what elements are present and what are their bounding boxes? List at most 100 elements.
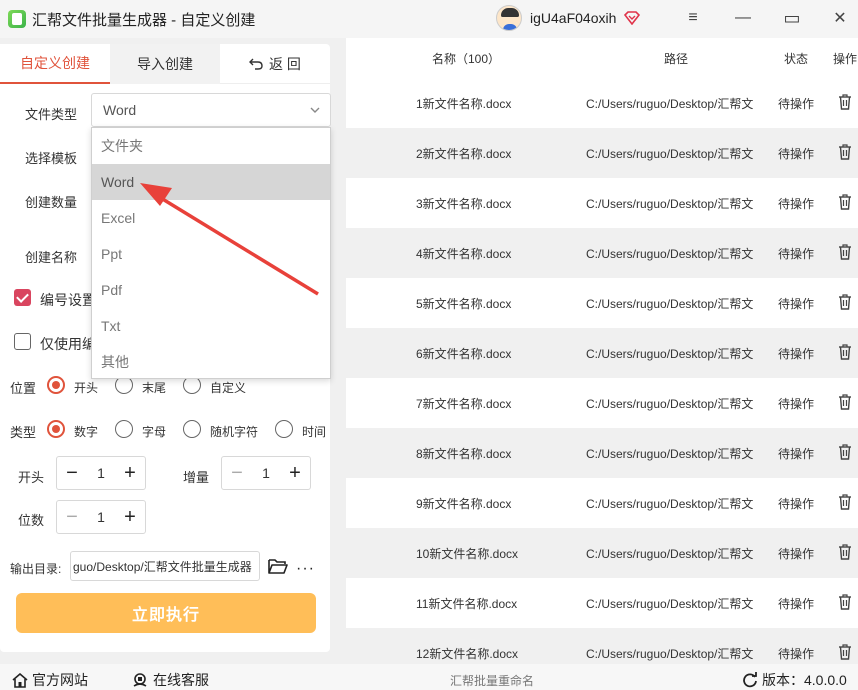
table-row[interactable]: 11新文件名称.docx C:/Users/ruguo/Desktop/汇帮文 待操…: [346, 578, 858, 628]
trash-icon[interactable]: [838, 394, 852, 410]
trash-icon[interactable]: [838, 544, 852, 560]
trash-icon[interactable]: [838, 94, 852, 110]
trash-icon[interactable]: [838, 344, 852, 360]
file-name-cell: 1新文件名称.docx: [416, 97, 512, 111]
start-stepper[interactable]: − 1 +: [56, 456, 146, 490]
position-radio-start[interactable]: [47, 376, 65, 394]
file-name-cell: 10新文件名称.docx: [416, 547, 519, 561]
table-row[interactable]: 6新文件名称.docx C:/Users/ruguo/Desktop/汇帮文 待操作: [346, 328, 858, 378]
type-radio-number[interactable]: [47, 420, 65, 438]
output-dir-input[interactable]: guo/Desktop/汇帮文件批量生成器: [70, 551, 260, 581]
increment-value[interactable]: 1: [252, 465, 280, 481]
digits-stepper[interactable]: − 1 +: [56, 500, 146, 534]
back-button[interactable]: 返 回: [220, 44, 330, 84]
status-cell: 待操作: [778, 247, 815, 261]
minimize-icon[interactable]: —: [733, 8, 753, 28]
name-label: 创建名称: [25, 250, 78, 265]
status-cell: 待操作: [778, 647, 815, 661]
only-numbering-checkbox[interactable]: [14, 333, 31, 350]
type-radio-random[interactable]: [183, 420, 201, 438]
avatar[interactable]: [496, 5, 522, 31]
version-info[interactable]: 版本：4.0.0.0: [742, 670, 847, 690]
file-name-cell: 6新文件名称.docx: [416, 347, 512, 361]
decrement-button[interactable]: −: [222, 458, 252, 488]
status-cell: 待操作: [778, 347, 815, 361]
table-row[interactable]: 1新文件名称.docx C:/Users/ruguo/Desktop/汇帮文 待操作: [346, 78, 858, 128]
header-path: 路径: [664, 52, 689, 66]
table-row[interactable]: 3新文件名称.docx C:/Users/ruguo/Desktop/汇帮文 待操作: [346, 178, 858, 228]
type-radio-time[interactable]: [275, 420, 293, 438]
file-name-cell: 11新文件名称.docx: [416, 597, 518, 611]
output-dir-label: 输出目录:: [10, 562, 62, 576]
status-cell: 待操作: [778, 297, 815, 311]
file-path-cell: C:/Users/ruguo/Desktop/汇帮文: [586, 597, 754, 611]
menu-icon[interactable]: ≡: [683, 8, 703, 28]
table-row[interactable]: 4新文件名称.docx C:/Users/ruguo/Desktop/汇帮文 待操作: [346, 228, 858, 278]
decrement-button[interactable]: −: [57, 458, 87, 488]
tab-import-create[interactable]: 导入创建: [110, 44, 220, 84]
increment-button[interactable]: +: [115, 458, 145, 488]
file-path-cell: C:/Users/ruguo/Desktop/汇帮文: [586, 247, 754, 261]
numbering-label: 编号设置: [40, 292, 96, 308]
table-row[interactable]: 10新文件名称.docx C:/Users/ruguo/Desktop/汇帮文 待操…: [346, 528, 858, 578]
numbering-checkbox[interactable]: [14, 289, 31, 306]
trash-icon[interactable]: [838, 144, 852, 160]
support-link[interactable]: 在线客服: [132, 670, 209, 690]
file-path-cell: C:/Users/ruguo/Desktop/汇帮文: [586, 497, 754, 511]
version-label: 版本：4.0.0.0: [762, 672, 847, 688]
type-time-label: 时间: [302, 425, 327, 439]
more-options-icon[interactable]: ···: [296, 560, 315, 578]
type-radio-letter[interactable]: [115, 420, 133, 438]
status-cell: 待操作: [778, 547, 815, 561]
file-name-cell: 8新文件名称.docx: [416, 447, 512, 461]
close-icon[interactable]: ✕: [830, 8, 850, 28]
header-name: 名称（100）: [432, 52, 501, 66]
vip-diamond-icon[interactable]: [624, 11, 641, 25]
support-label: 在线客服: [153, 672, 209, 688]
username[interactable]: igU4aF04oxih: [530, 10, 616, 26]
increment-button[interactable]: +: [280, 458, 310, 488]
trash-icon[interactable]: [838, 494, 852, 510]
dropdown-option[interactable]: Ppt: [92, 236, 330, 272]
trash-icon[interactable]: [838, 594, 852, 610]
table-row[interactable]: 2新文件名称.docx C:/Users/ruguo/Desktop/汇帮文 待操作: [346, 128, 858, 178]
mode-tabs: 自定义创建 导入创建 返 回: [0, 44, 330, 84]
trash-icon[interactable]: [838, 644, 852, 660]
trash-icon[interactable]: [838, 444, 852, 460]
start-value[interactable]: 1: [87, 465, 115, 481]
file-path-cell: C:/Users/ruguo/Desktop/汇帮文: [586, 197, 754, 211]
position-end-label: 末尾: [142, 381, 167, 395]
trash-icon[interactable]: [838, 244, 852, 260]
refresh-icon: [743, 672, 757, 688]
status-cell: 待操作: [778, 447, 815, 461]
file-type-select[interactable]: Word: [91, 93, 331, 127]
table-row[interactable]: 5新文件名称.docx C:/Users/ruguo/Desktop/汇帮文 待操作: [346, 278, 858, 328]
increment-button[interactable]: +: [115, 502, 145, 532]
dropdown-option[interactable]: Excel: [92, 200, 330, 236]
trash-icon[interactable]: [838, 194, 852, 210]
tab-custom-create[interactable]: 自定义创建: [0, 44, 110, 84]
rename-app-link[interactable]: 汇帮批量重命名: [450, 672, 534, 689]
template-label: 选择模板: [25, 151, 78, 166]
table-row[interactable]: 12新文件名称.docx C:/Users/ruguo/Desktop/汇帮文 待操…: [346, 628, 858, 662]
website-link[interactable]: 官方网站: [12, 670, 88, 690]
dropdown-option-selected[interactable]: Word: [92, 164, 330, 200]
file-path-cell: C:/Users/ruguo/Desktop/汇帮文: [586, 297, 754, 311]
folder-icon[interactable]: [268, 557, 288, 575]
table-row[interactable]: 7新文件名称.docx C:/Users/ruguo/Desktop/汇帮文 待操作: [346, 378, 858, 428]
digits-value[interactable]: 1: [87, 509, 115, 525]
run-now-button[interactable]: 立即执行: [16, 593, 316, 633]
table-row[interactable]: 8新文件名称.docx C:/Users/ruguo/Desktop/汇帮文 待操作: [346, 428, 858, 478]
decrement-button[interactable]: −: [57, 502, 87, 532]
dropdown-option[interactable]: Txt: [92, 308, 330, 344]
maximize-icon[interactable]: ▭: [782, 8, 802, 28]
increment-stepper[interactable]: − 1 +: [221, 456, 311, 490]
user-area[interactable]: igU4aF04oxih: [496, 5, 641, 31]
dropdown-option[interactable]: 其他: [92, 344, 330, 380]
trash-icon[interactable]: [838, 294, 852, 310]
dropdown-option[interactable]: Pdf: [92, 272, 330, 308]
dropdown-option[interactable]: 文件夹: [92, 128, 330, 164]
type-label: 类型: [10, 425, 37, 440]
status-cell: 待操作: [778, 197, 815, 211]
table-row[interactable]: 9新文件名称.docx C:/Users/ruguo/Desktop/汇帮文 待操作: [346, 478, 858, 528]
